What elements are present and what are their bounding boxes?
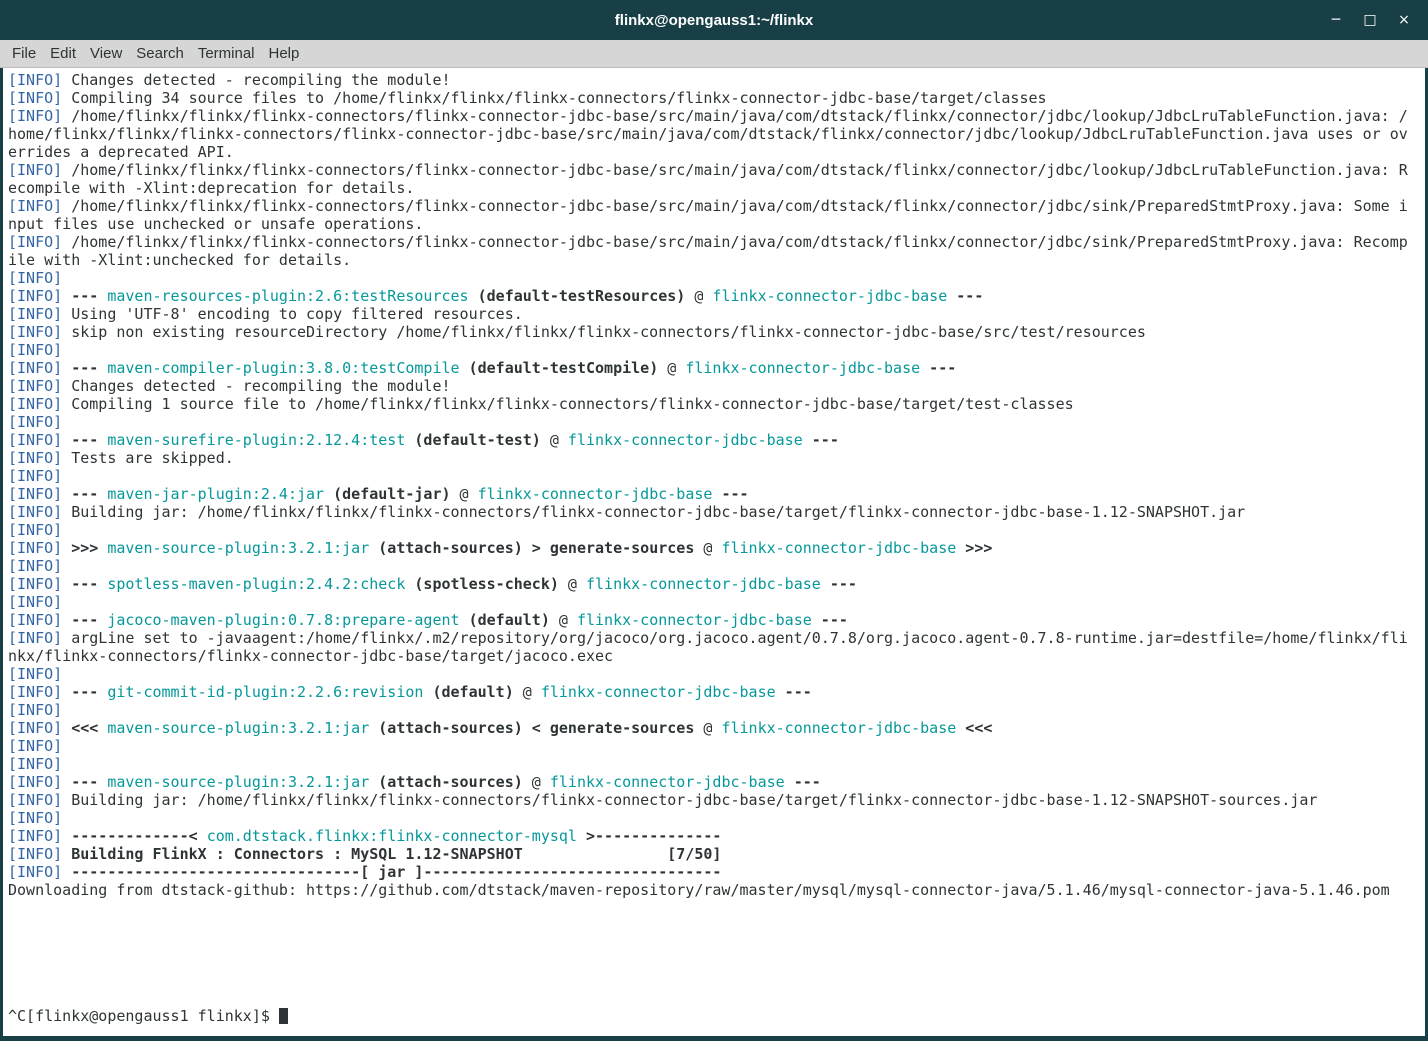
terminal-line: [INFO]: [8, 755, 63, 773]
terminal-cursor: [278, 1008, 288, 1024]
terminal-line: [INFO] --------------------------------[…: [8, 863, 722, 881]
terminal-line: [INFO] --- jacoco-maven-plugin:0.7.8:pre…: [8, 611, 848, 629]
menu-item-view[interactable]: View: [83, 40, 129, 67]
terminal-line: [INFO] Changes detected - recompiling th…: [8, 71, 451, 89]
menu-item-terminal[interactable]: Terminal: [191, 40, 262, 67]
terminal-line: [INFO] --- maven-resources-plugin:2.6:te…: [8, 287, 984, 305]
menu-item-search[interactable]: Search: [129, 40, 191, 67]
terminal-line: [INFO]: [8, 467, 63, 485]
prompt-line: ^C[flinkx@opengauss1 flinkx]$: [8, 1007, 1410, 1025]
terminal-line: [INFO] <<< maven-source-plugin:3.2.1:jar…: [8, 719, 993, 737]
terminal-line: [INFO] --- spotless-maven-plugin:2.4.2:c…: [8, 575, 857, 593]
terminal-line: [INFO]: [8, 665, 63, 683]
terminal-line: [INFO] --- maven-surefire-plugin:2.12.4:…: [8, 431, 839, 449]
terminal-line: Downloading from dtstack-github: https:/…: [8, 881, 1390, 899]
terminal-line: [INFO]: [8, 809, 63, 827]
terminal-line: [INFO]: [8, 593, 63, 611]
maximize-button[interactable]: □: [1360, 10, 1380, 30]
terminal-line: [INFO]: [8, 557, 63, 575]
terminal-line: [INFO] Tests are skipped.: [8, 449, 234, 467]
terminal-line: [INFO] /home/flinkx/flinkx/flinkx-connec…: [8, 233, 1408, 269]
menu-item-file[interactable]: File: [5, 40, 43, 67]
minimize-icon: ─: [1331, 12, 1341, 28]
terminal-line: [INFO]: [8, 701, 63, 719]
terminal-line: [INFO] argLine set to -javaagent:/home/f…: [8, 629, 1408, 665]
terminal-line: [INFO] --- maven-source-plugin:3.2.1:jar…: [8, 773, 821, 791]
terminal-line: [INFO] /home/flinkx/flinkx/flinkx-connec…: [8, 161, 1408, 197]
terminal-line: [INFO] /home/flinkx/flinkx/flinkx-connec…: [8, 197, 1408, 233]
terminal-line: [INFO] Building jar: /home/flinkx/flinkx…: [8, 503, 1246, 521]
terminal-line: [INFO] Compiling 1 source file to /home/…: [8, 395, 1074, 413]
terminal-line: [INFO]: [8, 521, 63, 539]
terminal-line: [INFO] Building jar: /home/flinkx/flinkx…: [8, 791, 1318, 809]
terminal-line: [INFO] Changes detected - recompiling th…: [8, 377, 451, 395]
minimize-button[interactable]: ─: [1326, 10, 1346, 30]
window-title: flinkx@opengauss1:~/flinkx: [614, 11, 814, 29]
terminal-window: flinkx@opengauss1:~/flinkx ─ □ × File Edi…: [0, 0, 1428, 1041]
menu-item-help[interactable]: Help: [262, 40, 307, 67]
terminal-line: [INFO] Compiling 34 source files to /hom…: [8, 89, 1047, 107]
terminal-line: [INFO] --- maven-compiler-plugin:3.8.0:t…: [8, 359, 957, 377]
title-bar: flinkx@opengauss1:~/flinkx ─ □ ×: [0, 0, 1428, 40]
close-icon: ×: [1398, 12, 1410, 28]
terminal-line: [INFO] skip non existing resourceDirecto…: [8, 323, 1146, 341]
maximize-icon: □: [1363, 12, 1377, 28]
terminal-line: [INFO] Building FlinkX : Connectors : My…: [8, 845, 722, 863]
close-button[interactable]: ×: [1394, 10, 1414, 30]
terminal-line: [INFO] >>> maven-source-plugin:3.2.1:jar…: [8, 539, 993, 557]
terminal-line: [INFO]: [8, 269, 63, 287]
terminal-screen[interactable]: [INFO] Changes detected - recompiling th…: [0, 68, 1428, 1041]
terminal-line: [INFO]: [8, 413, 63, 431]
menu-bar: File Edit View Search Terminal Help: [0, 40, 1428, 68]
terminal-line: [INFO]: [8, 737, 63, 755]
prompt-text: ^C[flinkx@opengauss1 flinkx]$: [8, 1007, 279, 1025]
window-controls: ─ □ ×: [1326, 0, 1414, 40]
terminal-line: [INFO] --- git-commit-id-plugin:2.2.6:re…: [8, 683, 812, 701]
terminal-line: [INFO] -------------< com.dtstack.flinkx…: [8, 827, 722, 845]
menu-item-edit[interactable]: Edit: [43, 40, 83, 67]
terminal-line: [INFO]: [8, 341, 63, 359]
terminal-output: [INFO] Changes detected - recompiling th…: [8, 71, 1425, 1007]
terminal-line: [INFO] Using 'UTF-8' encoding to copy fi…: [8, 305, 523, 323]
terminal-line: [INFO] /home/flinkx/flinkx/flinkx-connec…: [8, 107, 1408, 161]
terminal-line: [INFO] --- maven-jar-plugin:2.4:jar (def…: [8, 485, 749, 503]
